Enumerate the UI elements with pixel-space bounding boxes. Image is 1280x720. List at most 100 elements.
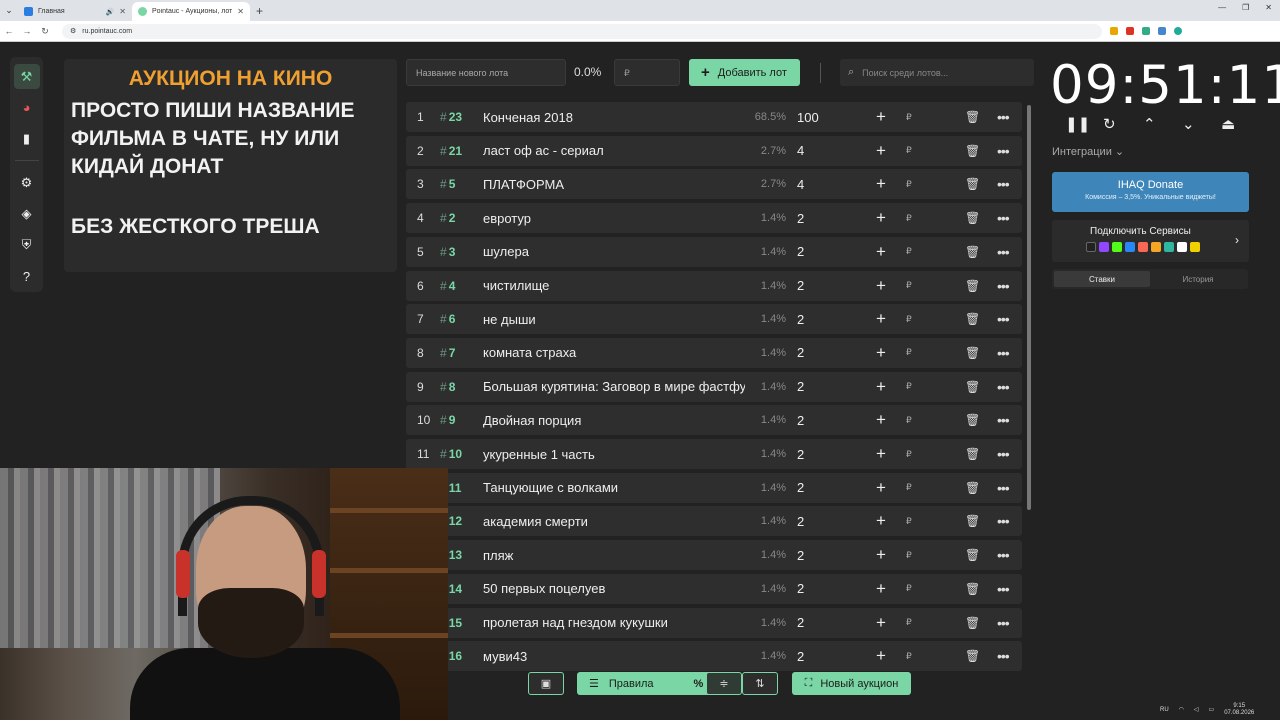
lot-amount[interactable]: 2 — [797, 447, 804, 462]
delete-lot-icon[interactable]: 🗑 — [965, 616, 980, 630]
auction-hammer-icon[interactable]: ⚒ — [13, 64, 40, 90]
add-amount-icon[interactable]: + — [876, 107, 886, 127]
lot-row[interactable]: 4 #2 евротур 1.4% 2 + ₽ 🗑 ••• — [406, 203, 1022, 234]
lot-currency-input[interactable]: ₽ — [906, 179, 912, 190]
lot-row[interactable]: 10 #9 Двойная порция 1.4% 2 + ₽ 🗑 ••• — [406, 405, 1022, 436]
browser-tab-home[interactable]: Главная 🔊 ✕ — [18, 2, 132, 21]
delete-lot-icon[interactable]: 🗑 — [965, 582, 980, 596]
delete-lot-icon[interactable]: 🗑 — [965, 413, 980, 427]
more-options-icon[interactable]: ••• — [997, 345, 1010, 361]
layers-icon[interactable]: ◈ — [14, 202, 40, 227]
lot-row[interactable]: #13 пляж1.4%2+₽🗑••• — [406, 540, 1022, 571]
more-options-icon[interactable]: ••• — [997, 581, 1010, 597]
ihaq-donate-button[interactable]: IHAQ Donate Комиссия – 3,5%. Уникальные … — [1052, 172, 1249, 212]
wifi-icon[interactable]: ◠ — [1179, 706, 1184, 713]
add-amount-icon[interactable]: + — [876, 141, 886, 161]
minimize-icon[interactable]: — — [1218, 3, 1226, 12]
lot-row[interactable]: 11 #10 укуренные 1 часть 1.4% 2 + ₽ 🗑 ••• — [406, 439, 1022, 469]
lot-name[interactable]: Большая курятина: Заговор в мире фастфуд… — [483, 379, 745, 394]
delete-lot-icon[interactable]: 🗑 — [965, 649, 980, 663]
lot-name[interactable]: чистилище — [483, 278, 745, 293]
lot-search-input[interactable]: ⌕ Поиск среди лотов... — [840, 59, 1034, 86]
lot-name[interactable]: ПЛАТФОРМА — [483, 177, 745, 192]
lot-name[interactable]: шулера — [483, 244, 745, 259]
lot-name[interactable]: Двойная порция — [483, 413, 745, 428]
add-time-icon[interactable]: ⌃ — [1143, 115, 1156, 133]
lot-currency-input[interactable]: ₽ — [906, 246, 912, 257]
wheel-icon[interactable]: ◕ — [14, 95, 40, 120]
close-tab-icon[interactable]: ✕ — [237, 7, 244, 16]
add-amount-icon[interactable]: + — [876, 242, 886, 262]
tray-clock[interactable]: 9:15 07.08.2026 — [1224, 703, 1254, 717]
more-options-icon[interactable]: ••• — [997, 412, 1010, 428]
add-amount-icon[interactable]: + — [876, 410, 886, 430]
lot-currency-input[interactable]: ₽ — [906, 213, 912, 224]
more-options-icon[interactable]: ••• — [997, 278, 1010, 294]
lot-name[interactable]: ласт оф ас - сериал — [483, 143, 745, 158]
forward-icon[interactable]: → — [18, 26, 36, 36]
lot-currency-input[interactable]: ₽ — [906, 145, 912, 156]
lot-row[interactable]: 7 #6 не дыши 1.4% 2 + ₽ 🗑 ••• — [406, 304, 1022, 335]
maximize-icon[interactable]: ❐ — [1242, 3, 1249, 12]
delete-lot-icon[interactable]: 🗑 — [965, 144, 980, 158]
lot-currency-input[interactable]: ₽ — [906, 550, 912, 561]
delete-lot-icon[interactable]: 🗑 — [965, 548, 980, 562]
split-icon[interactable]: ≑ — [706, 672, 742, 695]
tab-search-icon[interactable]: ⌄ — [0, 2, 18, 20]
tab-history[interactable]: История — [1150, 271, 1246, 287]
more-options-icon[interactable]: ••• — [997, 109, 1010, 125]
lot-row[interactable]: 8 #7 комната страха 1.4% 2 + ₽ 🗑 ••• — [406, 337, 1022, 368]
add-amount-icon[interactable]: + — [876, 613, 886, 633]
lot-row[interactable]: 5 #3 шулера 1.4% 2 + ₽ 🗑 ••• — [406, 236, 1022, 267]
lot-row[interactable]: 1 #23 Конченая 2018 68.5% 100 + ₽ 🗑 ••• — [406, 102, 1022, 132]
speaker-icon[interactable]: 🔊 — [106, 8, 115, 16]
lot-row[interactable]: #15пролетая над гнездом кукушки1.4%2+₽🗑•… — [406, 607, 1022, 638]
more-options-icon[interactable]: ••• — [997, 615, 1010, 631]
lot-currency-input[interactable]: ₽ — [906, 381, 912, 392]
more-options-icon[interactable]: ••• — [997, 143, 1010, 159]
lot-amount[interactable]: 2 — [797, 581, 804, 596]
rules-button[interactable]: ☰ Правила % — [577, 672, 727, 695]
add-amount-icon[interactable]: + — [876, 478, 886, 498]
delete-lot-icon[interactable]: 🗑 — [965, 380, 980, 394]
url-field[interactable]: ⚙ ru.pointauc.com — [62, 23, 1102, 39]
lot-row[interactable]: 3 #5 ПЛАТФОРМА 2.7% 4 + ₽ 🗑 ••• — [406, 169, 1022, 200]
lot-row[interactable]: #11 Танцующие с волками1.4%2+₽🗑••• — [406, 472, 1022, 503]
new-auction-button[interactable]: ⛶ Новый аукцион — [792, 672, 911, 695]
lot-row[interactable]: 9 #8 Большая курятина: Заговор в мире фаст… — [406, 371, 1022, 402]
lot-name[interactable]: пляж — [483, 548, 745, 563]
add-amount-icon[interactable]: + — [876, 174, 886, 194]
delete-lot-icon[interactable]: 🗑 — [965, 177, 980, 191]
lot-name[interactable]: Танцующие с волками — [483, 480, 745, 495]
new-tab-icon[interactable]: + — [256, 4, 263, 18]
lot-amount[interactable]: 2 — [797, 548, 804, 563]
more-options-icon[interactable]: ••• — [997, 446, 1010, 462]
close-tab-icon[interactable]: ✕ — [119, 7, 126, 16]
delete-lot-icon[interactable]: 🗑 — [965, 110, 980, 124]
lot-currency-input[interactable]: ₽ — [906, 314, 912, 325]
shield-icon[interactable]: ⛨ — [14, 233, 40, 258]
lot-amount[interactable]: 2 — [797, 615, 804, 630]
lot-name[interactable]: комната страха — [483, 345, 745, 360]
delete-lot-icon[interactable]: 🗑 — [965, 211, 980, 225]
lot-amount[interactable]: 2 — [797, 379, 804, 394]
extension-icon[interactable] — [1110, 27, 1118, 35]
more-options-icon[interactable]: ••• — [997, 648, 1010, 664]
lot-amount[interactable]: 2 — [797, 312, 804, 327]
lot-name[interactable]: пролетая над гнездом кукушки — [483, 615, 745, 630]
tab-bets[interactable]: Ставки — [1054, 271, 1150, 287]
pause-icon[interactable]: ❚❚ — [1065, 115, 1090, 133]
delete-lot-icon[interactable]: 🗑 — [965, 481, 980, 495]
delete-lot-icon[interactable]: 🗑 — [965, 346, 980, 360]
add-amount-icon[interactable]: + — [876, 511, 886, 531]
more-options-icon[interactable]: ••• — [997, 244, 1010, 260]
lot-row[interactable]: #16муви431.4%2+₽🗑••• — [406, 641, 1022, 672]
language-indicator[interactable]: RU — [1160, 707, 1169, 713]
extension-icon[interactable] — [1158, 27, 1166, 35]
sort-icon[interactable]: ⇅ — [742, 672, 778, 695]
lot-amount[interactable]: 2 — [797, 244, 804, 259]
lot-name[interactable]: муви43 — [483, 649, 745, 664]
lot-currency-input[interactable]: ₽ — [906, 347, 912, 358]
more-options-icon[interactable]: ••• — [997, 547, 1010, 563]
lot-amount[interactable]: 2 — [797, 211, 804, 226]
